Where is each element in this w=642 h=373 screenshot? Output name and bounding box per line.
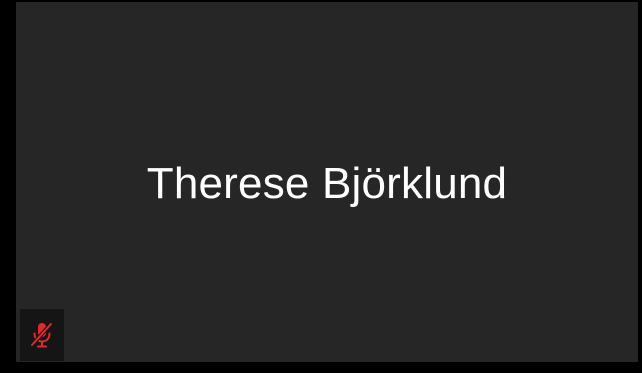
participant-name: Therese Björklund (146, 159, 508, 208)
mic-off-icon (29, 320, 55, 350)
mic-status-indicator (20, 309, 64, 361)
participant-tile[interactable]: Therese Björklund (16, 2, 638, 362)
video-call-frame: Therese Björklund (0, 0, 642, 373)
